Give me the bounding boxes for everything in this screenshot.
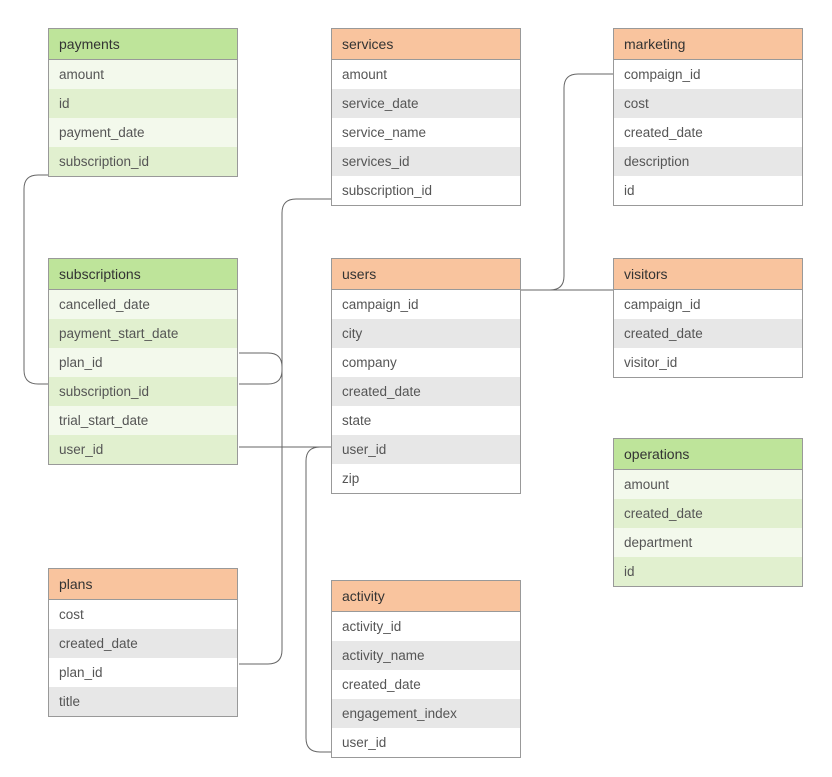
- table-visitors[interactable]: visitors campaign_id created_date visito…: [613, 258, 803, 378]
- table-row: id: [614, 557, 802, 586]
- table-activity[interactable]: activity activity_id activity_name creat…: [331, 580, 521, 758]
- table-marketing[interactable]: marketing compaign_id cost created_date …: [613, 28, 803, 206]
- table-header: users: [332, 259, 520, 290]
- table-row: activity_name: [332, 641, 520, 670]
- table-row: services_id: [332, 147, 520, 176]
- table-row: user_id: [49, 435, 237, 464]
- table-row: amount: [332, 60, 520, 89]
- table-row: department: [614, 528, 802, 557]
- table-header: operations: [614, 439, 802, 470]
- table-row: description: [614, 147, 802, 176]
- table-subscriptions[interactable]: subscriptions cancelled_date payment_sta…: [48, 258, 238, 465]
- table-row: created_date: [49, 629, 237, 658]
- table-row: cost: [49, 600, 237, 629]
- table-users[interactable]: users campaign_id city company created_d…: [331, 258, 521, 494]
- table-row: plan_id: [49, 658, 237, 687]
- table-row: title: [49, 687, 237, 716]
- table-row: subscription_id: [49, 377, 237, 406]
- table-row: state: [332, 406, 520, 435]
- table-row: service_name: [332, 118, 520, 147]
- table-row: id: [614, 176, 802, 205]
- table-header: plans: [49, 569, 237, 600]
- table-row: amount: [614, 470, 802, 499]
- table-row: cost: [614, 89, 802, 118]
- table-row: created_date: [614, 118, 802, 147]
- table-row: city: [332, 319, 520, 348]
- table-row: service_date: [332, 89, 520, 118]
- table-row: created_date: [614, 499, 802, 528]
- table-header: marketing: [614, 29, 802, 60]
- table-plans[interactable]: plans cost created_date plan_id title: [48, 568, 238, 717]
- table-row: user_id: [332, 728, 520, 757]
- table-row: company: [332, 348, 520, 377]
- table-row: created_date: [614, 319, 802, 348]
- table-header: subscriptions: [49, 259, 237, 290]
- table-row: subscription_id: [49, 147, 237, 176]
- table-row: zip: [332, 464, 520, 493]
- table-payments[interactable]: payments amount id payment_date subscrip…: [48, 28, 238, 177]
- table-row: engagement_index: [332, 699, 520, 728]
- table-row: user_id: [332, 435, 520, 464]
- table-row: campaign_id: [332, 290, 520, 319]
- table-row: id: [49, 89, 237, 118]
- table-header: payments: [49, 29, 237, 60]
- table-header: services: [332, 29, 520, 60]
- table-row: visitor_id: [614, 348, 802, 377]
- table-row: payment_date: [49, 118, 237, 147]
- table-services[interactable]: services amount service_date service_nam…: [331, 28, 521, 206]
- table-row: compaign_id: [614, 60, 802, 89]
- table-row: amount: [49, 60, 237, 89]
- table-row: activity_id: [332, 612, 520, 641]
- table-header: visitors: [614, 259, 802, 290]
- table-row: cancelled_date: [49, 290, 237, 319]
- table-row: plan_id: [49, 348, 237, 377]
- table-row: payment_start_date: [49, 319, 237, 348]
- table-row: created_date: [332, 377, 520, 406]
- table-header: activity: [332, 581, 520, 612]
- table-row: created_date: [332, 670, 520, 699]
- table-row: campaign_id: [614, 290, 802, 319]
- table-row: subscription_id: [332, 176, 520, 205]
- table-row: trial_start_date: [49, 406, 237, 435]
- table-operations[interactable]: operations amount created_date departmen…: [613, 438, 803, 587]
